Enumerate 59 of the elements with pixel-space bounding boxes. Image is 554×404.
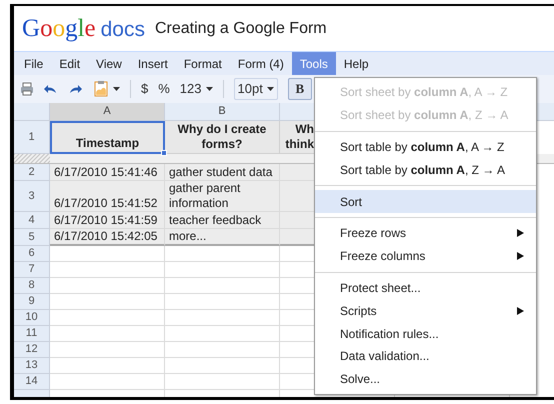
row-number[interactable]: 3 (14, 181, 50, 212)
row-number[interactable]: 7 (14, 262, 50, 278)
menu-item[interactable]: Scripts (315, 299, 536, 322)
menu-bar-item[interactable]: Insert (130, 52, 176, 75)
column-header[interactable]: A (50, 103, 165, 120)
row-number[interactable]: 6 (14, 246, 50, 262)
fill-handle[interactable] (161, 150, 167, 156)
menu-item[interactable]: Sort table by column A, Z → A (315, 158, 536, 182)
table-cell: gather student data (165, 164, 280, 181)
document-title: Creating a Google Form (154, 18, 327, 38)
menu-item[interactable]: Sort (315, 190, 536, 213)
row-number[interactable]: 10 (14, 310, 50, 326)
row-number[interactable]: 14 (14, 374, 50, 390)
menu-bar-item[interactable]: Form (4) (230, 52, 292, 75)
number-format-button[interactable]: 123 (180, 79, 212, 99)
table-cell: 6/17/2010 15:41:52 (50, 181, 165, 212)
menu-item[interactable]: Protect sheet... (315, 276, 536, 300)
table-header-cell: Why do I create forms? (165, 121, 280, 154)
redo-icon[interactable] (68, 84, 82, 94)
table-cell: 6/17/2010 15:41:59 (50, 212, 165, 229)
row-number[interactable]: 9 (14, 294, 50, 310)
menu-bar-item[interactable]: Edit (51, 52, 88, 75)
menu-bar-item[interactable]: View (88, 52, 130, 75)
menu-bar-item[interactable]: Format (176, 52, 230, 75)
row-number[interactable]: 11 (14, 326, 50, 342)
paint-icon[interactable] (92, 81, 110, 97)
menu-item[interactable]: Freeze columns (315, 244, 536, 268)
menu-item[interactable]: Freeze rows (315, 222, 536, 245)
submenu-arrow-icon (517, 252, 524, 260)
undo-icon[interactable] (44, 84, 58, 94)
table-cell: 6/17/2010 15:41:46 (50, 164, 165, 181)
row-number[interactable]: 8 (14, 278, 50, 294)
menu-bar-item[interactable]: Help (336, 52, 377, 75)
table-cell: more... (165, 229, 280, 246)
row-number[interactable]: 2 (14, 164, 50, 181)
submenu-arrow-icon (517, 229, 524, 238)
bold-button[interactable]: B (288, 78, 312, 100)
caret-icon (113, 87, 120, 91)
submenu-arrow-icon (517, 306, 524, 315)
row-number[interactable]: 5 (14, 229, 50, 246)
column-header[interactable]: B (165, 103, 280, 120)
font-size-dropdown[interactable]: 10pt (234, 78, 278, 100)
menu-item[interactable]: Solve... (315, 368, 536, 391)
print-icon[interactable] (20, 82, 34, 96)
caret-icon (266, 87, 274, 91)
logo: Google docs (22, 16, 145, 41)
table-cell: 6/17/2010 15:42:05 (50, 229, 165, 246)
table-header-cell: Timestamp (50, 121, 165, 154)
percent-button[interactable]: % (158, 79, 170, 99)
table-cell: teacher feedback (165, 212, 280, 229)
caret-icon (206, 87, 212, 91)
row-number[interactable]: 4 (14, 212, 50, 229)
row-number[interactable]: 12 (14, 342, 50, 358)
menu-item[interactable]: Data validation... (315, 344, 536, 368)
menu-item[interactable]: Notification rules... (315, 322, 536, 345)
menu-bar-item[interactable]: File (16, 52, 52, 75)
row-number[interactable]: 13 (14, 358, 50, 374)
currency-button[interactable]: $ (141, 79, 148, 99)
row-number[interactable]: 1 (14, 121, 50, 154)
